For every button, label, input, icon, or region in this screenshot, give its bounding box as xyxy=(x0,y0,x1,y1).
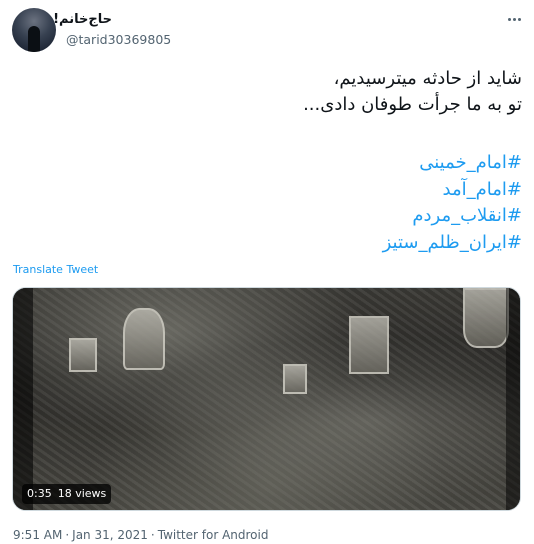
video-duration: 0:35 xyxy=(27,487,52,500)
video-portrait xyxy=(69,338,97,372)
author-display-name[interactable]: حاج‌خانم! xyxy=(53,12,112,27)
tweet-text: شاید از حادثه میترسیدیم، تو به ما جرأت ط… xyxy=(42,66,522,118)
avatar[interactable] xyxy=(12,8,56,52)
tweet-text-line: تو به ما جرأت طوفان دادی... xyxy=(303,94,522,115)
hashtag-link[interactable]: #امام_آمد xyxy=(42,177,522,204)
more-icon[interactable] xyxy=(503,10,525,28)
tweet-time[interactable]: 9:51 AM xyxy=(13,528,62,542)
translate-tweet-link[interactable]: Translate Tweet xyxy=(13,263,98,276)
meta-separator: · xyxy=(150,528,155,542)
video-portrait xyxy=(349,316,389,374)
avatar-figure xyxy=(28,26,40,52)
video-stats-badge: 0:35 18 views xyxy=(22,484,112,504)
author-handle[interactable]: @tarid30369805 xyxy=(66,32,171,47)
hashtag-link[interactable]: #ایران_ظلم_ستیز xyxy=(42,230,522,257)
more-dot xyxy=(512,17,516,21)
video-portrait xyxy=(123,308,165,370)
tweet-date[interactable]: Jan 31, 2021 xyxy=(72,528,148,542)
video-frame xyxy=(13,288,520,510)
tweet-metadata: 9:51 AM · Jan 31, 2021 · Twitter for Android xyxy=(13,528,268,542)
hashtag-link[interactable]: #امام_خمینی xyxy=(42,150,522,177)
video-portrait xyxy=(283,364,307,394)
tweet-source[interactable]: Twitter for Android xyxy=(158,528,269,542)
more-dot xyxy=(517,17,521,21)
more-dot xyxy=(507,17,511,21)
tweet-text-line: شاید از حادثه میترسیدیم، xyxy=(333,68,522,89)
hashtag-link[interactable]: #انقلاب_مردم xyxy=(42,203,522,230)
video-edge xyxy=(506,288,520,510)
hashtag-list: #امام_خمینی #امام_آمد #انقلاب_مردم #ایرا… xyxy=(42,150,522,256)
video-portrait xyxy=(463,288,509,348)
meta-separator: · xyxy=(65,528,70,542)
video-edge xyxy=(13,288,33,510)
video-view-count: 18 views xyxy=(57,487,107,500)
video-player[interactable] xyxy=(12,287,521,511)
